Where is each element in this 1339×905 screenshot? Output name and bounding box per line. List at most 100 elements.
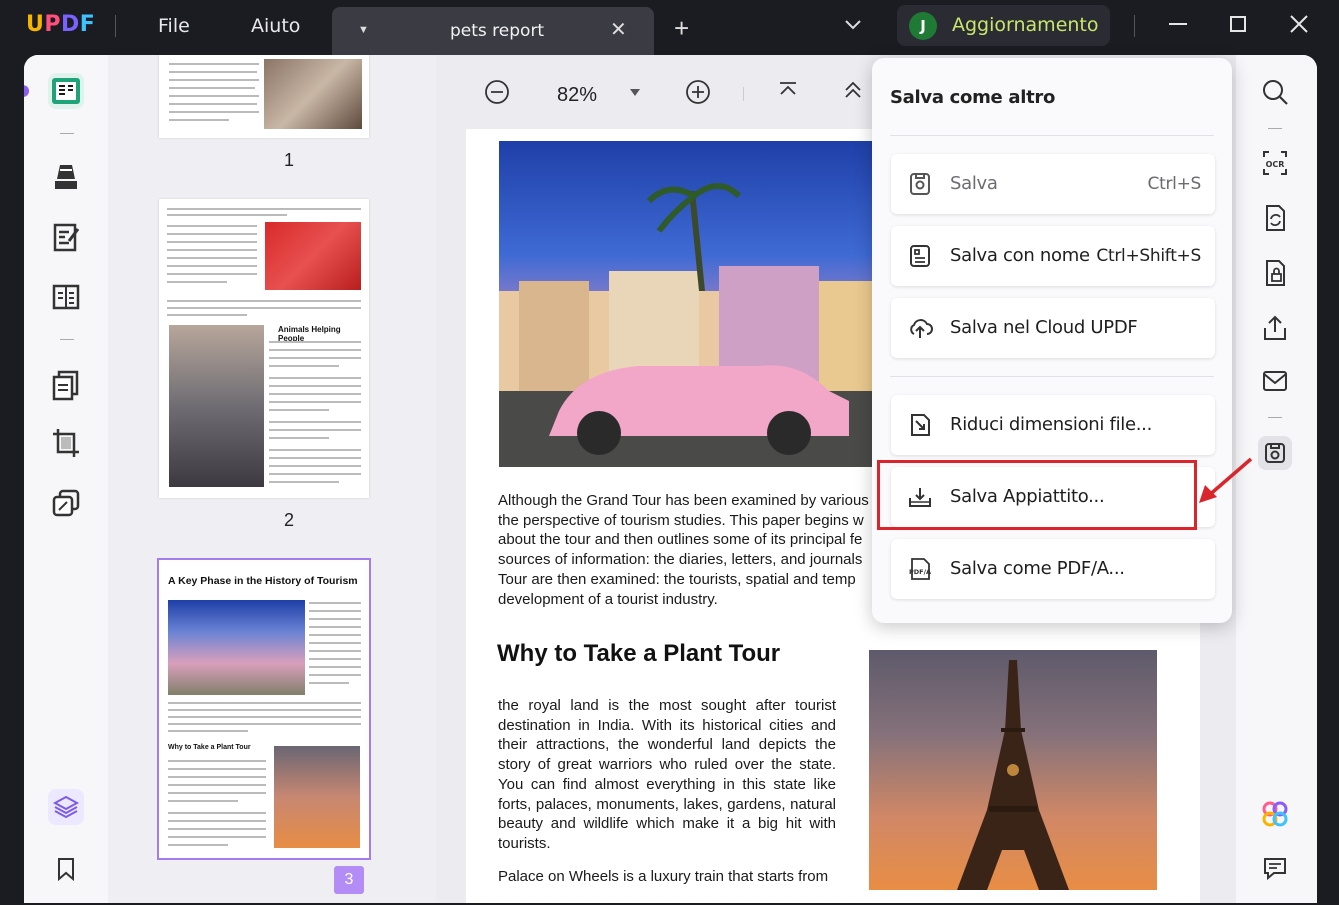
new-tab-icon[interactable]: + [674,15,689,41]
share-button[interactable] [1258,311,1292,345]
highlighter-icon [55,165,77,189]
menu-help[interactable]: Aiuto [251,15,300,37]
layers-copy-icon [52,489,80,517]
save-as-other-popup: Salva come altro Salva Ctrl+S Salva con … [872,58,1232,623]
dog-photo [265,222,361,290]
save-shortcut: Ctrl+S [1147,174,1202,194]
arrow-icon [1199,457,1253,503]
bookmark-button[interactable] [48,851,84,887]
tab-menu-icon[interactable]: ▼ [358,24,369,36]
ocr-icon: OCR [1263,151,1287,175]
bookmark-icon [58,858,74,882]
zoom-in-icon[interactable] [685,79,711,105]
form-icon [52,284,80,310]
divider [115,15,116,37]
zoom-out-icon[interactable] [484,79,510,105]
form-tool-button[interactable] [48,279,84,315]
pdfa-icon: PDF/A [909,558,931,580]
divider [1268,417,1282,418]
ai-assistant-button[interactable] [1258,797,1292,831]
reduce-size-label: Riduci dimensioni file... [950,414,1153,435]
left-toolbar [24,55,108,903]
section-heading: Why to Take a Plant Tour [497,640,781,667]
divider [890,135,1214,136]
mail-icon [1263,371,1287,391]
zoom-level[interactable]: 82% [557,84,597,107]
save-as-other-button[interactable] [1258,436,1292,470]
layers-icon [52,795,80,819]
divider [743,87,744,101]
first-page-icon[interactable] [777,79,799,101]
body-paragraph: the royal land is the most sought after … [498,697,836,852]
indicator-dot [24,85,29,97]
last-line: Palace on Wheels is a luxury train that … [498,868,829,885]
updf-logo: UPDF [26,12,96,37]
layers-button[interactable] [48,789,84,825]
save-to-cloud-label: Salva nel Cloud UPDF [950,317,1138,338]
save-icon [910,173,930,195]
ocr-button[interactable]: OCR [1258,146,1292,180]
save-pdfa-label: Salva come PDF/A... [950,558,1125,579]
car-photo [168,600,305,695]
comments-button[interactable] [1258,851,1292,885]
edit-tool-button[interactable] [48,219,84,255]
comment-tool-button[interactable] [48,159,84,195]
organize-pages-button[interactable] [48,367,84,403]
divider [60,339,74,340]
save-as-item[interactable]: Salva con nome Ctrl+Shift+S [891,226,1215,286]
save-label: Salva [950,173,998,194]
reduce-size-item[interactable]: Riduci dimensioni file... [891,395,1215,455]
convert-button[interactable] [1258,201,1292,235]
save-item[interactable]: Salva Ctrl+S [891,154,1215,214]
batch-tool-button[interactable] [48,485,84,521]
cat-photo [169,325,264,487]
close-tab-icon[interactable]: ✕ [610,17,627,42]
popup-title: Salva come altro [890,87,1056,108]
convert-icon [1266,205,1285,231]
divider [1268,128,1282,129]
page-number-2: 2 [284,510,295,530]
save-as-label: Salva con nome [950,245,1090,266]
minimize-icon[interactable] [1167,13,1189,35]
eiffel-photo [274,746,360,848]
divider [60,133,74,134]
cloud-upload-icon [910,319,933,338]
maximize-icon[interactable] [1228,13,1248,35]
svg-text:OCR: OCR [1266,160,1285,169]
save-as-shortcut: Ctrl+Shift+S [1096,246,1201,266]
close-window-icon[interactable] [1288,13,1310,35]
upgrade-button[interactable]: J Aggiornamento [897,5,1110,46]
ai-assistant-icon [1262,801,1288,827]
search-button[interactable] [1258,75,1292,109]
title-bar: UPDF File Aiuto ▼ pets report ✕ + J Aggi… [0,0,1339,55]
compress-icon [911,414,930,436]
search-icon [1263,80,1288,105]
page-thumbnail-2[interactable]: Animals Helping People [159,199,369,498]
page-thumbnail-3[interactable]: A Key Phase in the History of Tourism Wh… [157,558,371,860]
page-number-1: 1 [284,150,295,170]
avatar: J [909,12,937,40]
email-button[interactable] [1258,364,1292,398]
lock-document-icon [1266,260,1285,286]
previous-page-icon[interactable] [842,79,864,101]
thumb-subheading: Why to Take a Plant Tour [168,744,251,751]
protect-button[interactable] [1258,256,1292,290]
thumb-title: A Key Phase in the History of Tourism [168,575,358,587]
chevron-down-icon[interactable] [843,14,863,34]
divider [890,376,1214,377]
crop-tool-button[interactable] [48,425,84,461]
document-tab[interactable]: ▼ pets report ✕ [332,7,654,55]
menu-file[interactable]: File [158,15,190,37]
save-icon [1265,443,1285,463]
svg-text:PDF/A: PDF/A [909,568,931,576]
cats-photo [264,59,362,129]
page-thumbnail-1[interactable] [159,55,369,138]
zoom-dropdown-icon[interactable] [629,87,641,99]
save-to-cloud-item[interactable]: Salva nel Cloud UPDF [891,298,1215,358]
highlight-box [877,460,1197,530]
intro-paragraph: Although the Grand Tour has been examine… [498,492,881,608]
pages-icon [52,370,79,401]
save-pdfa-item[interactable]: PDF/A Salva come PDF/A... [891,539,1215,599]
reader-mode-button[interactable] [48,73,84,109]
save-as-icon [910,245,930,267]
